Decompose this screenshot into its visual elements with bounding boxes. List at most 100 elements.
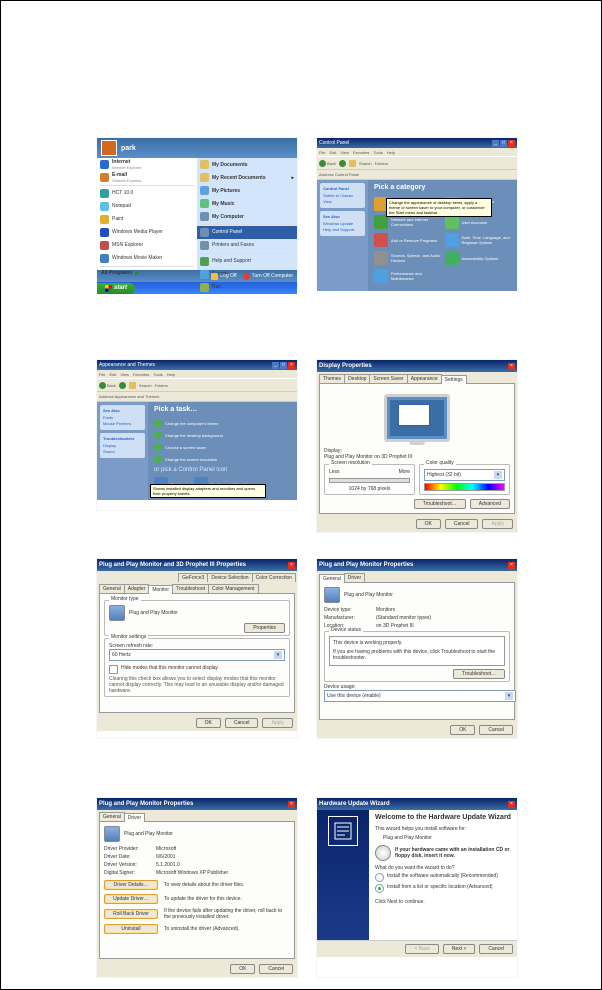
cancel-button[interactable]: Cancel xyxy=(259,964,293,974)
cat-perf[interactable]: Performance and Maintenance xyxy=(374,269,441,283)
tab-adapter[interactable]: Adapter xyxy=(124,584,150,593)
next-button[interactable]: Next > xyxy=(443,944,476,954)
close-button[interactable]: × xyxy=(288,801,295,808)
radio-specific[interactable]: Install from a list or specific location… xyxy=(375,884,511,893)
task-3[interactable]: Change the screen resolution xyxy=(154,455,291,463)
help-support-link[interactable]: Help and Support xyxy=(323,227,362,233)
control-panel-item[interactable]: Control Panel xyxy=(197,226,297,239)
ok-button[interactable]: OK xyxy=(416,519,441,529)
properties-button[interactable]: Properties xyxy=(244,623,285,633)
search-button[interactable]: Search xyxy=(359,161,372,166)
task-2[interactable]: Choose a screen saver xyxy=(154,443,291,451)
tab-general[interactable]: General xyxy=(99,584,125,593)
pinned-internet[interactable]: InternetInternet Explorer xyxy=(97,158,197,171)
back-button[interactable]: < Back xyxy=(405,944,438,954)
all-programs[interactable]: All Programs xyxy=(97,268,197,278)
ok-button[interactable]: OK xyxy=(196,718,221,728)
advanced-button[interactable]: Advanced xyxy=(470,499,510,509)
my-pictures[interactable]: My Pictures xyxy=(197,184,297,197)
tab-appearance[interactable]: Appearance xyxy=(407,374,442,383)
tab-themes[interactable]: Themes xyxy=(319,374,345,383)
minimize-button[interactable]: _ xyxy=(272,362,279,369)
maximize-button[interactable]: □ xyxy=(500,140,507,147)
close-button[interactable]: × xyxy=(508,140,515,147)
back-button[interactable]: Back xyxy=(99,382,116,389)
close-button[interactable]: × xyxy=(288,562,295,569)
cancel-button[interactable]: Cancel xyxy=(225,718,259,728)
recent-0[interactable]: HCT 10.0 xyxy=(97,187,197,200)
tab-devsel[interactable]: Device Selection xyxy=(207,573,252,582)
folders-button[interactable]: Folders xyxy=(375,161,388,166)
recent-3[interactable]: Windows Media Player xyxy=(97,226,197,239)
uninstall-button[interactable]: Uninstall xyxy=(104,924,158,934)
tab-general[interactable]: General xyxy=(99,812,125,821)
tab-driver[interactable]: Driver xyxy=(344,573,365,582)
cat-datetime[interactable]: Date, Time, Language, and Regional Optio… xyxy=(445,233,512,247)
recent-2[interactable]: Paint xyxy=(97,213,197,226)
my-recent-documents[interactable]: My Recent Documents▸ xyxy=(197,171,297,184)
recent-1[interactable]: Notepad xyxy=(97,200,197,213)
tab-settings[interactable]: Settings xyxy=(441,375,467,384)
pinned-email[interactable]: E-mailOutlook Express xyxy=(97,171,197,184)
tab-geforce[interactable]: GeForce3 xyxy=(178,573,208,582)
ok-button[interactable]: OK xyxy=(450,725,475,735)
cat-sound[interactable]: Sounds, Speech, and Audio Devices xyxy=(374,251,441,265)
hide-modes-checkbox[interactable]: Hide modes that this monitor cannot disp… xyxy=(109,665,285,674)
tab-troubleshoot[interactable]: Troubleshoot xyxy=(172,584,209,593)
apply-button[interactable]: Apply xyxy=(482,519,513,529)
device-usage-combo[interactable]: Use this device (enable)▾ xyxy=(324,690,516,702)
update-driver-button[interactable]: Update Driver… xyxy=(104,894,158,904)
troubleshoot-button[interactable]: Troubleshoot… xyxy=(414,499,466,509)
task-1[interactable]: Change the desktop background xyxy=(154,431,291,439)
apply-button[interactable]: Apply xyxy=(262,718,293,728)
run-item[interactable]: Run… xyxy=(197,281,297,294)
recent-5[interactable]: Windows Movie Maker xyxy=(97,252,197,265)
driver-details-button[interactable]: Driver Details… xyxy=(104,880,158,890)
help-support[interactable]: Help and Support xyxy=(197,255,297,268)
up-button[interactable] xyxy=(129,382,136,389)
close-button[interactable]: × xyxy=(508,363,515,370)
my-music[interactable]: My Music xyxy=(197,197,297,210)
rollback-driver-button[interactable]: Roll Back Driver xyxy=(104,909,158,919)
at-menubar[interactable]: FileEditViewFavoritesToolsHelp xyxy=(97,370,297,378)
recent-4[interactable]: MSN Explorer xyxy=(97,239,197,252)
cat-access[interactable]: Accessibility Options xyxy=(445,251,512,265)
switch-classic[interactable]: Switch to Classic View xyxy=(323,193,362,205)
forward-button[interactable] xyxy=(339,160,346,167)
cat-addremove[interactable]: Add or Remove Programs xyxy=(374,233,441,247)
tab-desktop[interactable]: Desktop xyxy=(344,374,370,383)
task-0[interactable]: Change the computer's theme xyxy=(154,419,291,427)
back-button[interactable]: Back xyxy=(319,160,336,167)
start-button[interactable]: start xyxy=(97,283,135,294)
ok-button[interactable]: OK xyxy=(230,964,255,974)
close-button[interactable]: × xyxy=(508,801,515,808)
my-documents[interactable]: My Documents xyxy=(197,158,297,171)
turnoff-button[interactable]: Turn Off Computer xyxy=(243,273,293,280)
refresh-rate-combo[interactable]: 60 Hertz▾ xyxy=(109,649,285,661)
printers-faxes[interactable]: Printers and Faxes xyxy=(197,239,297,252)
up-button[interactable] xyxy=(349,160,356,167)
radio-auto[interactable]: Install the software automatically (Reco… xyxy=(375,873,511,882)
cancel-button[interactable]: Cancel xyxy=(445,519,479,529)
tab-colormgmt[interactable]: Color Management xyxy=(208,584,259,593)
resolution-slider[interactable] xyxy=(329,478,410,483)
address-bar[interactable]: Address Control Panel xyxy=(317,170,517,180)
close-button[interactable]: × xyxy=(508,562,515,569)
cancel-button[interactable]: Cancel xyxy=(479,725,513,735)
maximize-button[interactable]: □ xyxy=(280,362,287,369)
logoff-button[interactable]: Log Off xyxy=(211,273,236,280)
cat-network[interactable]: Network and Internet Connections xyxy=(374,215,441,229)
cancel-button[interactable]: Cancel xyxy=(479,944,513,954)
cat-users[interactable]: User Accounts xyxy=(445,215,512,229)
close-button[interactable]: × xyxy=(288,362,295,369)
tab-general[interactable]: General xyxy=(319,574,345,583)
minimize-button[interactable]: _ xyxy=(492,140,499,147)
troubleshoot-button[interactable]: Troubleshoot… xyxy=(453,669,505,679)
folders-button[interactable]: Folders xyxy=(155,383,168,388)
forward-button[interactable] xyxy=(119,382,126,389)
tab-colorcor[interactable]: Color Correction xyxy=(252,573,296,582)
search-button[interactable]: Search xyxy=(139,383,152,388)
cp-menubar[interactable]: FileEditViewFavoritesToolsHelp xyxy=(317,148,517,156)
tab-driver[interactable]: Driver xyxy=(124,813,145,822)
my-computer[interactable]: My Computer xyxy=(197,210,297,223)
